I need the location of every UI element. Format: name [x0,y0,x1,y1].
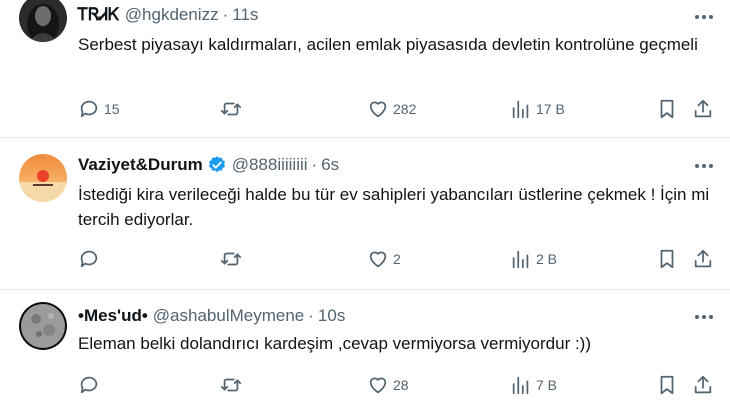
more-options-icon[interactable] [692,156,716,176]
timestamp[interactable]: 10s [318,306,345,326]
tweet[interactable]: •Mes'ud• @ashabulMeymene · 10s Eleman be… [0,290,730,420]
tweet-header: •Mes'ud• @ashabulMeymene · 10s [78,305,345,327]
timestamp[interactable]: 6s [321,155,339,175]
repost-icon [220,378,242,392]
reply-button[interactable] [78,247,104,271]
avatar[interactable] [19,154,67,202]
share-icon [694,375,712,394]
bookmark-icon [660,99,674,119]
bookmark-icon [660,375,674,395]
heart-icon [369,377,387,394]
reply-icon [80,250,98,268]
user-handle[interactable]: @ashabulMeymene [153,306,304,326]
tweet-actions: 2 2 B [78,247,718,271]
tweet-text: İstediği kira verileceği halde bu tür ev… [78,185,710,229]
display-name[interactable]: Vaziyet&Durum [78,155,203,175]
avatar-image [19,154,67,202]
views-button[interactable]: 17 B [510,97,565,121]
tweet-text: Serbest piyasayı kaldırmaları, acilen em… [78,35,698,54]
bookmark-button[interactable] [656,247,678,271]
analytics-icon [512,250,529,269]
tweet-header: ᎢᏒᏗᏦ @hgkdenizz · 11s [78,4,258,26]
tweet-actions: 15 282 17 B [78,97,718,121]
display-name[interactable]: •Mes'ud• [78,306,148,326]
bookmark-button[interactable] [656,97,678,121]
reply-button[interactable]: 15 [78,97,120,121]
share-icon [694,99,712,118]
like-count: 28 [393,377,409,393]
display-name[interactable]: ᎢᏒᏗᏦ [78,5,120,25]
avatar-image [19,302,67,350]
reply-icon [80,100,98,118]
share-icon [694,249,712,268]
views-count: 2 B [536,251,558,267]
views-button[interactable]: 2 B [510,247,557,271]
like-count: 2 [393,251,401,267]
repost-icon [220,252,242,266]
user-handle[interactable]: @hgkdenizz [125,5,219,25]
analytics-icon [512,100,529,119]
tweet-actions: 28 7 B [78,373,718,397]
reply-count: 15 [104,101,120,117]
heart-icon [369,251,387,268]
tweet-header: Vaziyet&Durum @888iiiiiiii · 6s [78,154,339,176]
verified-badge-icon [207,155,227,175]
user-handle[interactable]: @888iiiiiiii [232,155,308,175]
tweet[interactable]: Vaziyet&Durum @888iiiiiiii · 6s İstediği… [0,138,730,290]
reply-button[interactable] [78,373,104,397]
repost-icon [220,102,242,116]
analytics-icon [512,376,529,395]
views-button[interactable]: 7 B [510,373,557,397]
repost-button[interactable] [220,247,246,271]
like-button[interactable]: 28 [367,373,409,397]
avatar[interactable] [19,0,67,42]
more-options-icon[interactable] [692,7,716,27]
views-count: 7 B [536,377,558,393]
separator: · [222,5,229,24]
share-button[interactable] [692,373,714,397]
reply-icon [80,376,98,394]
like-button[interactable]: 2 [367,247,401,271]
like-count: 282 [393,101,417,117]
tweet[interactable]: ᎢᏒᏗᏦ @hgkdenizz · 11s Serbest piyasayı k… [0,0,730,138]
like-button[interactable]: 282 [367,97,416,121]
bookmark-icon [660,249,674,269]
tweet-text: Eleman belki dolandırıcı kardeşim ,cevap… [78,334,592,353]
repost-button[interactable] [220,373,246,397]
avatar[interactable] [19,302,67,350]
separator: · [311,155,318,174]
avatar-image [19,0,67,42]
bookmark-button[interactable] [656,373,678,397]
timestamp[interactable]: 11s [232,5,258,25]
share-button[interactable] [692,247,714,271]
more-options-icon[interactable] [692,307,716,327]
separator: · [308,306,314,325]
views-count: 17 B [536,101,565,117]
share-button[interactable] [692,97,714,121]
repost-button[interactable] [220,97,246,121]
heart-icon [369,101,387,118]
